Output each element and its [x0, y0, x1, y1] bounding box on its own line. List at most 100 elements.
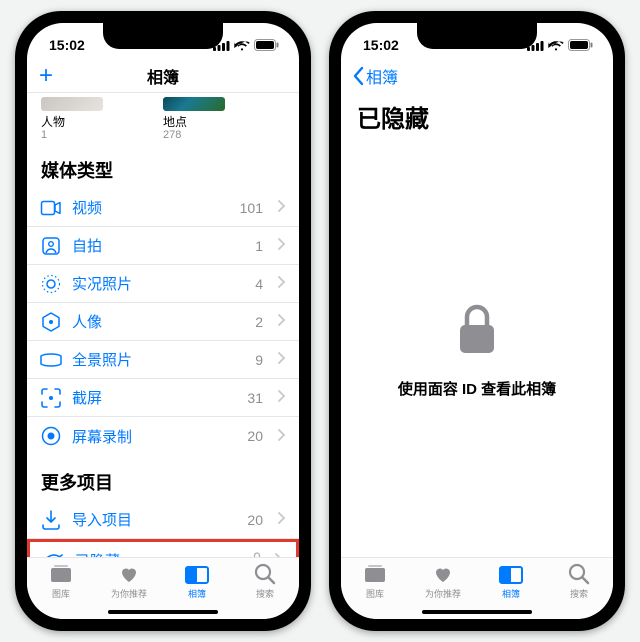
- album-places-thumb: [163, 97, 225, 111]
- wifi-icon: [234, 40, 250, 51]
- row-live-photos[interactable]: 实况照片 4: [27, 265, 299, 303]
- row-count: 20: [247, 512, 263, 528]
- add-button[interactable]: +: [39, 64, 53, 88]
- tab-library[interactable]: 图库: [27, 558, 95, 605]
- home-indicator[interactable]: [108, 610, 218, 614]
- section-media-types: 媒体类型: [27, 143, 299, 189]
- battery-icon: [254, 39, 279, 51]
- row-count: 4: [255, 276, 263, 292]
- tab-search[interactable]: 搜索: [231, 558, 299, 605]
- empty-state: 使用面容 ID 查看此相簿: [341, 144, 613, 557]
- chevron-left-icon: [353, 67, 364, 85]
- chevron-right-icon: [278, 428, 285, 445]
- nav-bar: + 相簿: [27, 59, 299, 93]
- row-hidden[interactable]: 已隐藏: [30, 542, 296, 557]
- status-icons: [213, 39, 279, 51]
- notch: [417, 23, 537, 49]
- tab-for-you[interactable]: 为你推荐: [95, 558, 163, 605]
- empty-text: 使用面容 ID 查看此相簿: [398, 378, 556, 399]
- tab-library[interactable]: 图库: [341, 558, 409, 605]
- chevron-right-icon: [278, 511, 285, 528]
- screen-recording-icon: [41, 426, 61, 446]
- row-videos[interactable]: 视频 101: [27, 189, 299, 227]
- library-icon: [49, 563, 73, 585]
- panorama-icon: [41, 350, 61, 370]
- hidden-icon: [44, 551, 64, 557]
- tab-for-you[interactable]: 为你推荐: [409, 558, 477, 605]
- row-label: 视频: [72, 197, 102, 218]
- lock-icon: [252, 552, 262, 557]
- albums-icon: [499, 563, 523, 585]
- chevron-right-icon: [278, 313, 285, 330]
- tab-label: 图库: [366, 587, 384, 600]
- portrait-icon: [41, 312, 61, 332]
- row-count: 2: [255, 314, 263, 330]
- tab-albums[interactable]: 相簿: [163, 558, 231, 605]
- page-title: 已隐藏: [341, 93, 613, 144]
- screenshot-icon: [41, 388, 61, 408]
- plus-icon: +: [39, 64, 53, 88]
- tab-label: 为你推荐: [111, 587, 147, 600]
- notch: [103, 23, 223, 49]
- tab-label: 搜索: [256, 587, 274, 600]
- nav-bar: 相簿: [341, 59, 613, 93]
- row-portrait[interactable]: 人像 2: [27, 303, 299, 341]
- chevron-right-icon: [278, 389, 285, 406]
- row-label: 实况照片: [72, 273, 132, 294]
- selfie-icon: [41, 236, 61, 256]
- chevron-right-icon: [278, 237, 285, 254]
- highlight-box: 已隐藏 最近删除: [27, 539, 299, 557]
- album-people-count: 1: [41, 129, 103, 141]
- tab-search[interactable]: 搜索: [545, 558, 613, 605]
- status-icons: [527, 39, 593, 51]
- status-time: 15:02: [363, 37, 399, 53]
- album-places[interactable]: 地点 278: [163, 97, 225, 141]
- row-label: 截屏: [72, 387, 102, 408]
- tab-label: 图库: [52, 587, 70, 600]
- chevron-right-icon: [275, 552, 282, 557]
- search-icon: [567, 563, 591, 585]
- row-screen-recordings[interactable]: 屏幕录制 20: [27, 417, 299, 455]
- row-label: 导入项目: [72, 509, 132, 530]
- lock-icon: [456, 303, 498, 362]
- status-time: 15:02: [49, 37, 85, 53]
- row-count: 9: [255, 352, 263, 368]
- row-label: 屏幕录制: [72, 426, 132, 447]
- album-places-label: 地点: [163, 115, 225, 129]
- search-icon: [253, 563, 277, 585]
- tab-label: 相簿: [188, 587, 206, 600]
- row-count: 1: [255, 238, 263, 254]
- home-indicator[interactable]: [422, 610, 532, 614]
- section-more: 更多项目: [27, 455, 299, 501]
- library-icon: [363, 563, 387, 585]
- for-you-icon: [431, 563, 455, 585]
- import-icon: [41, 510, 61, 530]
- chevron-right-icon: [278, 199, 285, 216]
- album-people-thumb: [41, 97, 103, 111]
- album-thumb-row: 人物 1 地点 278: [27, 93, 299, 143]
- row-screenshots[interactable]: 截屏 31: [27, 379, 299, 417]
- wifi-icon: [548, 40, 564, 51]
- row-selfies[interactable]: 自拍 1: [27, 227, 299, 265]
- live-photo-icon: [41, 274, 61, 294]
- video-icon: [41, 198, 61, 218]
- back-label: 相簿: [366, 64, 398, 88]
- album-places-count: 278: [163, 129, 225, 141]
- chevron-right-icon: [278, 351, 285, 368]
- tab-label: 相簿: [502, 587, 520, 600]
- battery-icon: [568, 39, 593, 51]
- chevron-right-icon: [278, 275, 285, 292]
- row-label: 已隐藏: [75, 550, 120, 557]
- row-imports[interactable]: 导入项目 20: [27, 501, 299, 539]
- row-label: 自拍: [72, 235, 102, 256]
- phone-left: 15:02 + 相簿: [15, 11, 311, 631]
- albums-icon: [185, 563, 209, 585]
- row-label: 全景照片: [72, 349, 132, 370]
- album-people[interactable]: 人物 1: [41, 97, 103, 141]
- tab-albums[interactable]: 相簿: [477, 558, 545, 605]
- tab-label: 为你推荐: [425, 587, 461, 600]
- row-label: 人像: [72, 311, 102, 332]
- nav-title: 相簿: [147, 64, 179, 88]
- back-button[interactable]: 相簿: [353, 64, 398, 88]
- row-panoramas[interactable]: 全景照片 9: [27, 341, 299, 379]
